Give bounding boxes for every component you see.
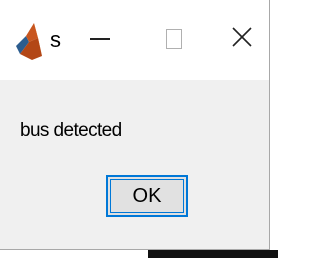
close-button[interactable] xyxy=(214,14,270,64)
background-edge xyxy=(148,250,278,258)
maximize-icon xyxy=(166,29,182,49)
message-dialog-window: s bus detected OK xyxy=(0,0,270,250)
close-icon xyxy=(230,25,254,54)
ok-button[interactable]: OK xyxy=(106,175,188,217)
minimize-icon xyxy=(90,38,110,40)
title-bar[interactable]: s xyxy=(0,0,269,80)
ok-button-label: OK xyxy=(132,184,162,207)
window-title: s xyxy=(50,27,61,52)
minimize-button[interactable] xyxy=(72,14,128,64)
maximize-button[interactable] xyxy=(146,14,202,64)
dialog-message: bus detected xyxy=(20,120,122,141)
matlab-icon xyxy=(14,20,44,62)
dialog-body: bus detected OK xyxy=(0,80,269,249)
